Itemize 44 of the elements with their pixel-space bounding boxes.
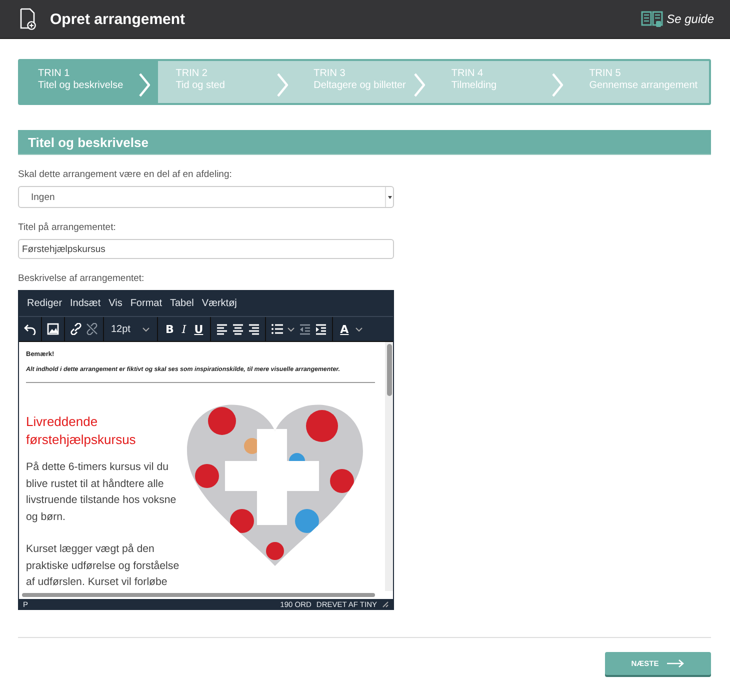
chevron-right-icon — [413, 73, 426, 97]
guide-link[interactable]: Se guide — [640, 10, 714, 28]
field-label: Skal dette arrangement være en del af en afdeling: — [18, 169, 233, 180]
undo-icon[interactable] — [24, 323, 36, 335]
course-heading: Livreddende førstehjælpskursus — [26, 413, 137, 449]
chevron-down-icon — [287, 326, 296, 332]
field-label: Beskrivelse af arrangementet: — [18, 273, 146, 284]
chevron-down-icon — [142, 326, 150, 332]
chevron-right-icon — [276, 73, 288, 97]
font-size-select[interactable]: 12pt — [109, 324, 152, 334]
page-title: Opret arrangement — [50, 10, 186, 28]
align-right-icon[interactable] — [248, 323, 260, 335]
text-color-button[interactable]: A — [338, 322, 351, 336]
department-select[interactable]: Ingen — [18, 186, 394, 208]
menu-item[interactable]: Format — [126, 298, 166, 309]
italic-button[interactable]: I — [180, 322, 188, 336]
course-paragraph: Kurset lægger vægt på den praktiske udførelse og forståelse af udførslen. Kurset vil forløbe — [26, 542, 180, 590]
align-center-icon[interactable] — [232, 323, 244, 335]
menu-item[interactable]: Vis — [104, 298, 126, 309]
course-paragraph: På dette 6-timers kursus vil du blive rustet til at håndtere alle livstruende tilstande hos voksne og børn. — [26, 460, 178, 524]
title-field[interactable]: Førstehjælpskursus — [18, 239, 394, 259]
underline-button[interactable]: U — [192, 322, 206, 336]
new-document-icon — [20, 8, 36, 30]
chevron-right-icon — [551, 73, 564, 97]
resize-handle-icon[interactable] — [382, 600, 389, 608]
section-header: Titel og beskrivelse — [18, 130, 711, 155]
link-icon[interactable] — [70, 323, 82, 335]
align-left-icon[interactable] — [216, 323, 228, 335]
field-label: Titel på arrangementet: — [18, 222, 117, 233]
arrow-right-icon — [666, 659, 685, 668]
image-icon[interactable] — [47, 323, 59, 335]
chevron-right-icon — [138, 73, 150, 97]
bullet-list-icon[interactable] — [271, 323, 284, 335]
book-icon — [640, 10, 663, 28]
outdent-icon[interactable] — [299, 323, 312, 335]
menu-item[interactable]: Tabel — [166, 298, 198, 309]
menu-item[interactable]: Værktøj — [198, 298, 241, 309]
chevron-down-icon — [354, 326, 363, 332]
bold-button[interactable]: B — [163, 322, 176, 336]
caret-down-icon — [388, 196, 392, 198]
unlink-icon[interactable] — [86, 323, 98, 335]
menu-item[interactable]: Rediger — [23, 298, 66, 309]
menu-item[interactable]: Indsæt — [66, 298, 105, 309]
indent-icon[interactable] — [315, 323, 328, 335]
